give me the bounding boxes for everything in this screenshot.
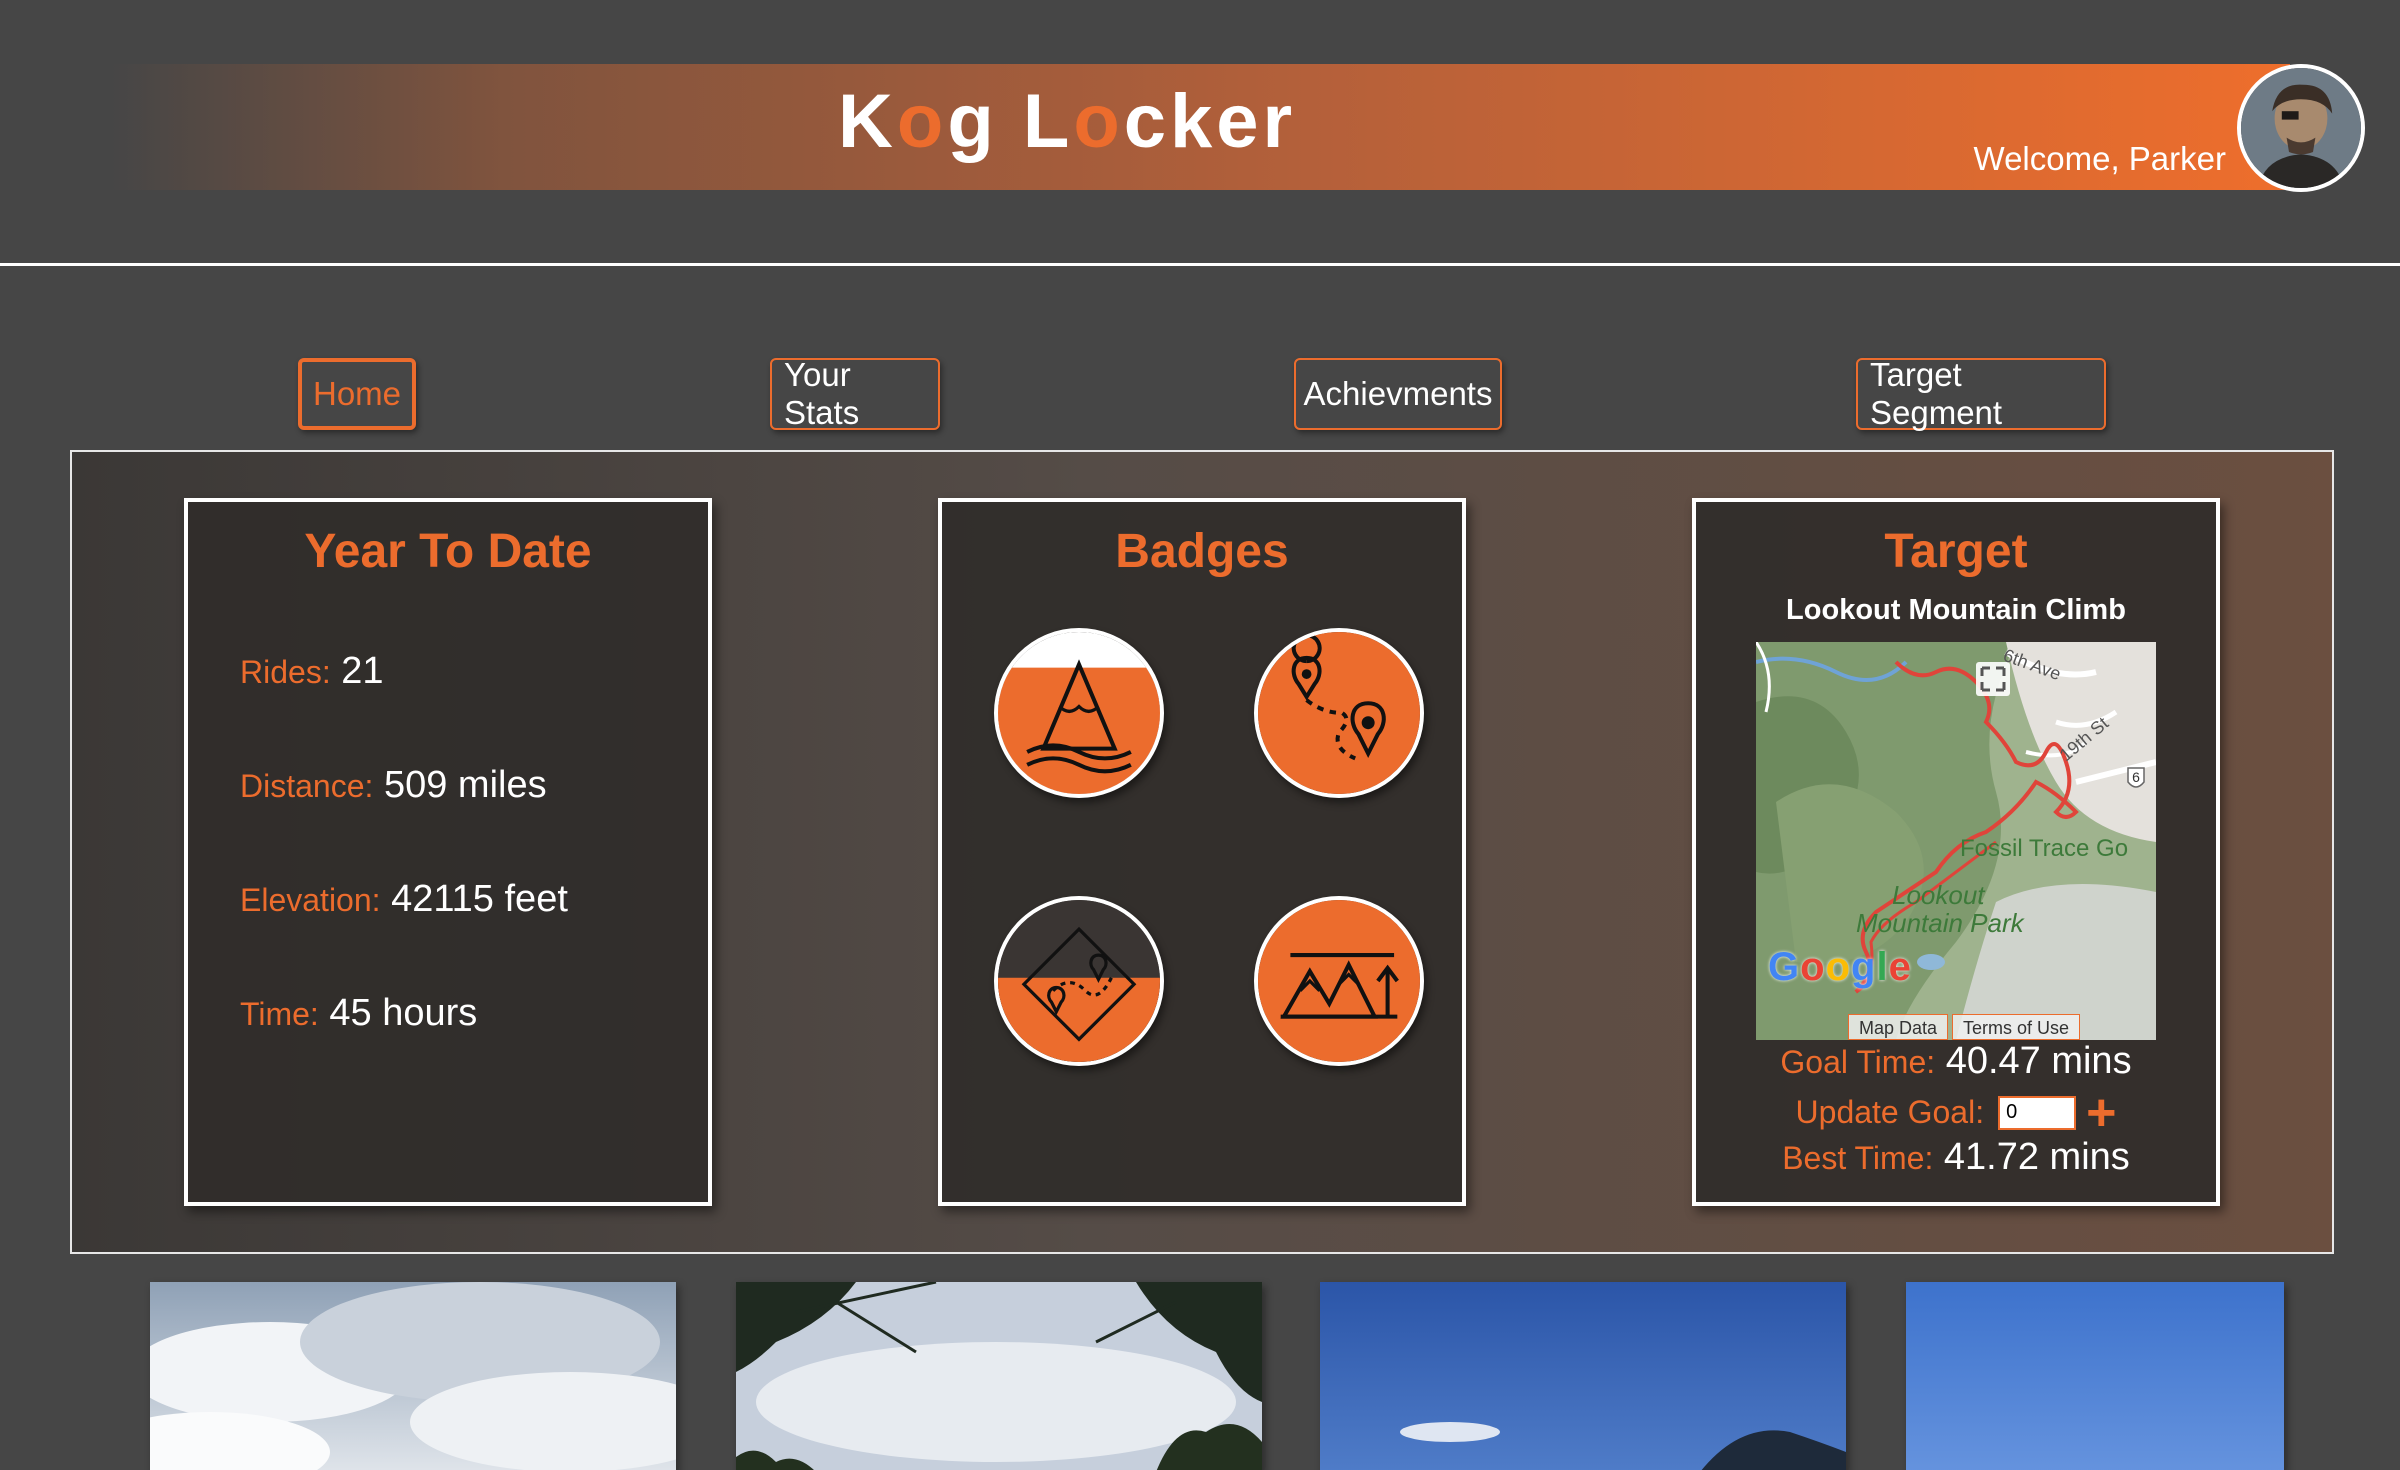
highway-shield: 6 (2132, 769, 2140, 785)
mountain-river-icon (998, 632, 1160, 794)
rides-label: Rides: (240, 654, 331, 690)
map-label-mountain-park: Mountain Park (1856, 908, 2026, 938)
ride-photo[interactable] (1906, 1282, 2284, 1470)
time-label: Time: (240, 996, 319, 1032)
goal-time-value: 40.47 mins (1945, 1040, 2132, 1082)
welcome-message: Welcome, Parker (1973, 140, 2226, 177)
header-divider (0, 263, 2400, 266)
nav-your-stats-button[interactable]: Your Stats (770, 356, 940, 431)
target-card: Target Lookout Mountain Climb 6 6th Ave … (1692, 498, 2220, 1206)
mountain-river-badge[interactable] (994, 628, 1164, 798)
ride-photo[interactable] (1320, 1282, 1846, 1470)
card-title: Badges (1115, 525, 1289, 578)
best-time-value: 41.72 mins (1943, 1136, 2130, 1178)
summit-climb-badge[interactable] (1254, 896, 1424, 1066)
time-stat: Time: 45 hours (240, 992, 477, 1035)
distance-value: 509 miles (383, 764, 547, 806)
elevation-stat: Elevation: 42115 feet (240, 878, 568, 921)
nav-home-button[interactable]: Home (298, 358, 416, 430)
map-data-link[interactable]: Map Data (1848, 1014, 1949, 1040)
card-title: Target (1884, 525, 2028, 578)
route-pins-badge[interactable] (1254, 628, 1424, 798)
time-value: 45 hours (329, 992, 478, 1034)
nav-achievements-button[interactable]: Achievments (1294, 358, 1502, 430)
terms-of-use-link[interactable]: Terms of Use (1952, 1014, 2081, 1040)
update-goal-row: Update Goal: + (1696, 1087, 2216, 1139)
rides-stat: Rides: 21 (240, 650, 384, 693)
map-pins-badge[interactable] (994, 896, 1164, 1066)
nav-target-segment-button[interactable]: Target Segment (1856, 356, 2106, 431)
map-label-fossil-trace: Fossil Trace Go (1960, 835, 2128, 862)
distance-stat: Distance: 509 miles (240, 764, 547, 807)
avatar[interactable] (2237, 64, 2365, 192)
elevation-label: Elevation: (240, 882, 381, 918)
google-logo: Google (1768, 945, 1912, 989)
card-title: Year To Date (304, 525, 592, 578)
route-pins-icon (1258, 632, 1420, 794)
map-pins-icon (998, 900, 1160, 1062)
rides-value: 21 (341, 650, 384, 692)
goal-time-row: Goal Time: 40.47 mins (1696, 1040, 2216, 1083)
badges-card: Badges (938, 498, 1466, 1206)
segment-name: Lookout Mountain Climb (1786, 594, 2126, 626)
add-goal-icon[interactable]: + (2086, 1087, 2116, 1139)
best-time-row: Best Time: 41.72 mins (1696, 1136, 2216, 1179)
summit-climb-icon (1258, 900, 1420, 1062)
update-goal-label: Update Goal: (1795, 1094, 1985, 1130)
app-logo[interactable]: Kog Locker (838, 78, 1296, 165)
update-goal-input[interactable] (1998, 1095, 2077, 1130)
ride-photo[interactable] (150, 1282, 676, 1470)
map-footer: Map Data Terms of Use (1848, 1014, 2081, 1040)
map-label-lookout: Lookout (1892, 880, 1986, 910)
elevation-value: 42115 feet (391, 878, 568, 920)
distance-label: Distance: (240, 768, 374, 804)
ride-photo[interactable] (736, 1282, 1262, 1470)
best-time-label: Best Time: (1782, 1140, 1934, 1176)
segment-map[interactable]: 6 6th Ave 19th St Fossil Trace Go Lookou… (1756, 642, 2156, 1040)
goal-time-label: Goal Time: (1780, 1044, 1936, 1080)
year-to-date-card: Year To Date Rides: 21 Distance: 509 mil… (184, 498, 712, 1206)
